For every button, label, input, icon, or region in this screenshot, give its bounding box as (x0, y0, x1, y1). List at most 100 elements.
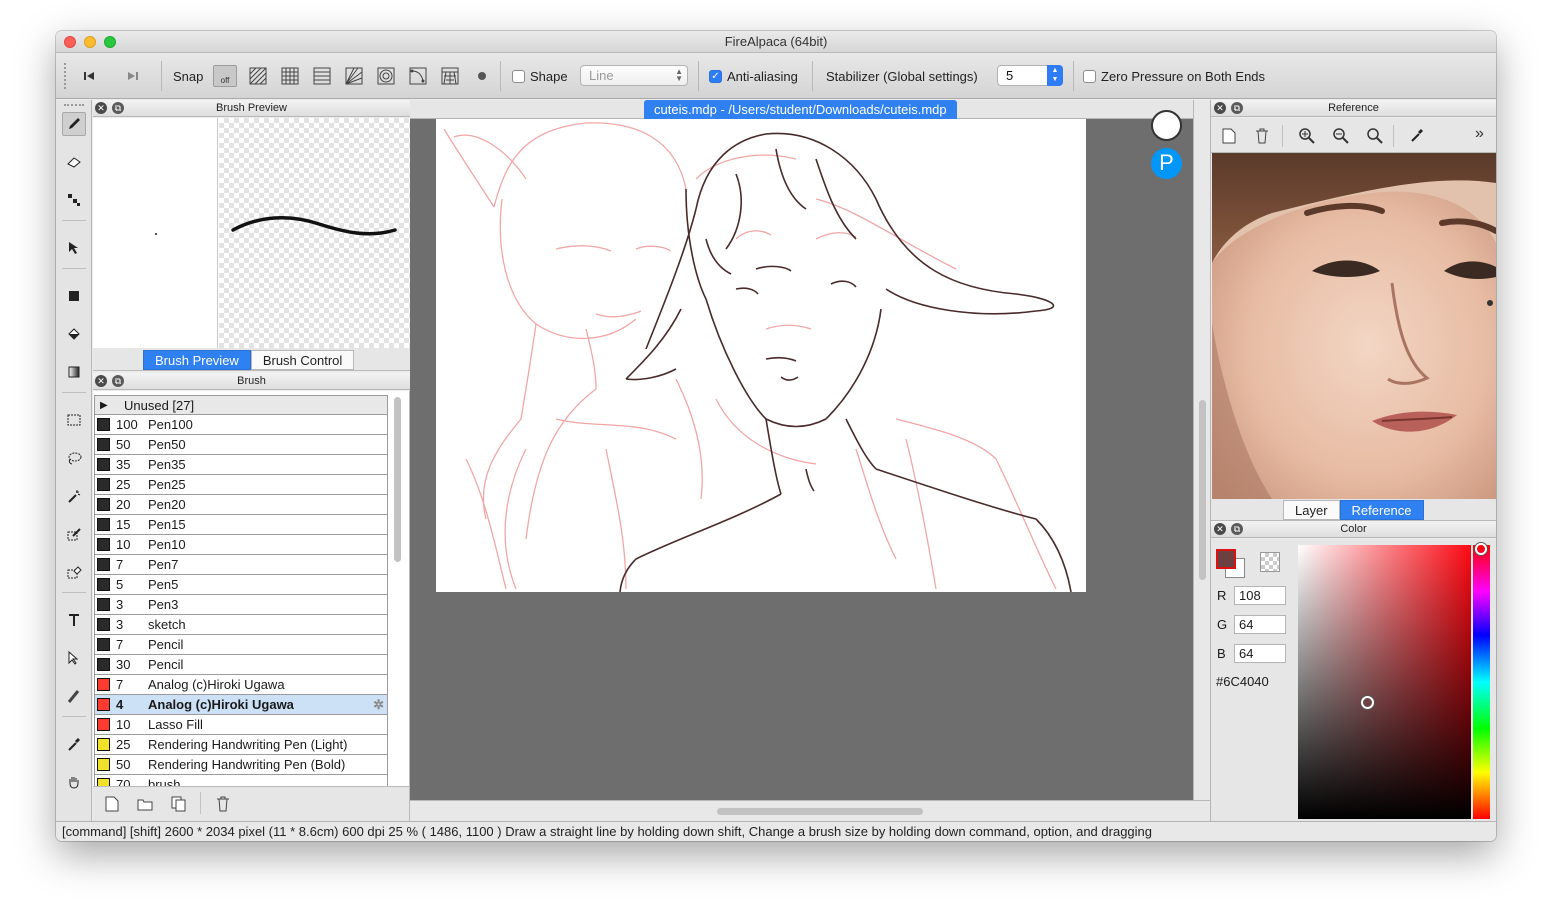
bucket-tool[interactable] (62, 322, 86, 346)
undo-button[interactable] (82, 53, 96, 99)
shape-type-select[interactable]: Line ▲ ▼ (580, 65, 688, 86)
hex-value[interactable]: #6C4040 (1216, 674, 1269, 689)
brush-row[interactable]: 25 Rendering Handwriting Pen (Light) (94, 735, 388, 755)
snap-curve-button[interactable] (406, 65, 430, 87)
brush-row[interactable]: 20 Pen20 (94, 495, 388, 515)
hand-tool[interactable] (62, 770, 86, 794)
select-pen-tool[interactable] (62, 522, 86, 546)
more-options-button[interactable]: » (1475, 125, 1484, 143)
open-reference-button[interactable] (1222, 128, 1236, 147)
zoom-out-button[interactable] (1332, 127, 1350, 148)
new-brush-button[interactable] (105, 796, 119, 815)
snap-concentric-button[interactable] (374, 65, 398, 87)
canvas-area[interactable]: cuteis.mdp - /Users/student/Downloads/cu… (410, 100, 1211, 800)
antialias-checkbox[interactable]: ✓ (709, 69, 722, 83)
lasso-tool[interactable] (62, 446, 86, 470)
brush-row[interactable]: 7 Pencil (94, 635, 388, 655)
magic-wand-tool[interactable] (62, 484, 86, 508)
tab-brush-control[interactable]: Brush Control (250, 350, 355, 370)
saturation-value-picker[interactable] (1298, 545, 1471, 819)
fill-shape-tool[interactable] (62, 284, 86, 308)
toolbar-grip[interactable] (64, 63, 66, 89)
canvas-horizontal-scrollbar[interactable] (717, 808, 923, 815)
close-panel-icon[interactable]: ✕ (1214, 523, 1226, 535)
brush-row[interactable]: 35 Pen35 (94, 455, 388, 475)
disclosure-triangle-icon[interactable]: ▶ (100, 396, 108, 415)
minimize-window-button[interactable] (84, 36, 96, 48)
antialias-toggle[interactable]: ✓ Anti-aliasing (709, 53, 798, 99)
artboard[interactable] (436, 119, 1086, 592)
color-picker-cursor[interactable] (1361, 696, 1374, 709)
shape-toggle[interactable]: Shape (512, 53, 568, 99)
brush-settings-gear-icon[interactable]: ✲ (373, 695, 384, 714)
float-panel-icon[interactable]: ⧉ (1231, 523, 1243, 535)
red-field[interactable]: 108 (1234, 586, 1286, 605)
blue-field[interactable]: 64 (1234, 644, 1286, 663)
redo-button[interactable] (126, 53, 140, 99)
move-tool[interactable] (62, 236, 86, 260)
zoom-window-button[interactable] (104, 36, 116, 48)
zoom-fit-button[interactable] (1366, 127, 1384, 148)
eraser-tool[interactable] (62, 150, 86, 174)
snap-3d-perspective-button[interactable] (438, 65, 462, 87)
zoom-in-button[interactable] (1298, 127, 1316, 148)
shape-checkbox[interactable] (512, 69, 525, 83)
snap-grid-button[interactable] (278, 65, 302, 87)
zero-pressure-checkbox[interactable] (1083, 69, 1096, 83)
close-panel-icon[interactable]: ✕ (95, 375, 107, 387)
select-tool[interactable] (62, 408, 86, 432)
firealpaca-mascot-icon[interactable] (1151, 110, 1182, 141)
brush-row[interactable]: 15 Pen15 (94, 515, 388, 535)
close-window-button[interactable] (64, 36, 76, 48)
close-panel-icon[interactable]: ✕ (95, 102, 107, 114)
zero-pressure-toggle[interactable]: Zero Pressure on Both Ends (1083, 53, 1265, 99)
pixiv-icon[interactable]: P (1151, 148, 1182, 179)
brush-row[interactable]: 30 Pencil (94, 655, 388, 675)
brush-group-unused[interactable]: ▶ Unused [27] (94, 395, 388, 415)
brush-folder-button[interactable] (137, 796, 153, 815)
operation-tool[interactable] (62, 646, 86, 670)
document-tab[interactable]: cuteis.mdp - /Users/student/Downloads/cu… (644, 100, 957, 119)
brush-row[interactable]: 10 Lasso Fill (94, 715, 388, 735)
tab-reference[interactable]: Reference (1339, 500, 1424, 520)
float-panel-icon[interactable]: ⧉ (112, 375, 124, 387)
delete-brush-button[interactable] (216, 796, 230, 815)
transparent-color-swatch[interactable] (1260, 552, 1280, 572)
brush-row[interactable]: 70 brush (94, 775, 388, 786)
tab-brush-preview[interactable]: Brush Preview (143, 350, 251, 370)
stepper-arrows-icon[interactable]: ▲ ▼ (1047, 65, 1063, 86)
float-panel-icon[interactable]: ⧉ (112, 102, 124, 114)
pen-tool[interactable] (62, 112, 86, 136)
brush-row[interactable]: 50 Rendering Handwriting Pen (Bold) (94, 755, 388, 775)
brush-row[interactable]: 7 Analog (c)Hiroki Ugawa (94, 675, 388, 695)
brush-row[interactable]: 50 Pen50 (94, 435, 388, 455)
blur-tool[interactable] (62, 684, 86, 708)
tab-layer[interactable]: Layer (1283, 500, 1340, 520)
brush-row[interactable]: 5 Pen5 (94, 575, 388, 595)
brush-row[interactable]: 4 Analog (c)Hiroki Ugawa ✲ (94, 695, 388, 715)
stabilizer-stepper[interactable]: 5 ▲ ▼ (997, 65, 1063, 86)
brush-row[interactable]: 25 Pen25 (94, 475, 388, 495)
float-panel-icon[interactable]: ⧉ (1231, 102, 1243, 114)
snap-parallel-button[interactable] (246, 65, 270, 87)
brush-row[interactable]: 7 Pen7 (94, 555, 388, 575)
reference-image[interactable] (1212, 153, 1496, 499)
green-field[interactable]: 64 (1234, 615, 1286, 634)
brush-row[interactable]: 3 Pen3 (94, 595, 388, 615)
text-tool[interactable] (62, 608, 86, 632)
primary-color-swatch[interactable] (1216, 549, 1236, 569)
canvas-vertical-scrollbar[interactable] (1199, 400, 1206, 580)
snap-off-button[interactable]: off (213, 65, 237, 87)
brush-row[interactable]: 10 Pen10 (94, 535, 388, 555)
brush-row[interactable]: 100 Pen100 (94, 415, 388, 435)
brush-list-scrollbar[interactable] (394, 397, 401, 562)
toolstrip-grip[interactable] (64, 104, 84, 106)
snap-settings-button[interactable] (470, 65, 494, 87)
duplicate-brush-button[interactable] (171, 796, 187, 815)
snap-perspective-button[interactable] (342, 65, 366, 87)
reference-eyedropper-button[interactable] (1409, 127, 1425, 146)
brush-row[interactable]: 3 sketch (94, 615, 388, 635)
close-panel-icon[interactable]: ✕ (1214, 102, 1226, 114)
eyedropper-tool[interactable] (62, 732, 86, 756)
snap-horizontal-button[interactable] (310, 65, 334, 87)
